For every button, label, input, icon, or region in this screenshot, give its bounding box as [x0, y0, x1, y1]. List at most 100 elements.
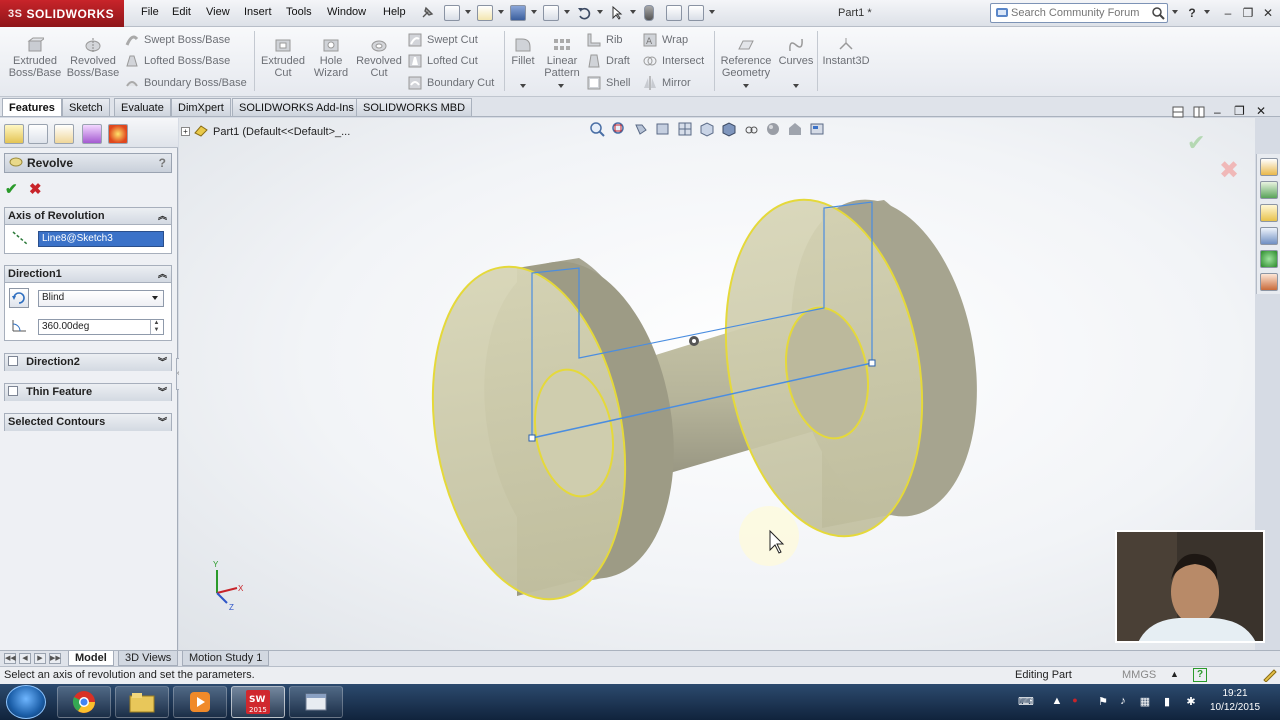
reverse-direction-icon[interactable] [9, 288, 29, 308]
sketch-point[interactable] [868, 359, 876, 367]
tab-mbd[interactable]: SOLIDWORKS MBD [356, 98, 473, 116]
end-condition-select[interactable]: Blind [38, 290, 164, 307]
menu-tools[interactable]: Tools [286, 6, 312, 18]
direction2-header[interactable]: Direction2 ︾ [5, 354, 171, 371]
thin-feature-header[interactable]: Thin Feature ︾ [5, 384, 171, 401]
help-icon[interactable]: ? [1184, 5, 1200, 21]
units-up-arrow-icon[interactable]: ▲ [1170, 669, 1179, 679]
instant3d-button[interactable]: Instant3D [820, 37, 872, 67]
curves-dropdown-icon[interactable] [793, 84, 799, 88]
collapse-chevron-icon[interactable]: ︽ [158, 266, 167, 283]
direction2-checkbox[interactable] [8, 356, 18, 366]
pin-icon[interactable] [419, 5, 435, 21]
cancel-x-button[interactable]: ✖ [29, 180, 42, 198]
pattern-dropdown-icon[interactable] [558, 84, 564, 88]
record-tray-icon[interactable]: ● [1068, 695, 1082, 709]
reference-dropdown-icon[interactable] [743, 84, 749, 88]
undo-icon[interactable] [576, 5, 592, 21]
expand-chevron-icon[interactable]: ︾ [158, 354, 167, 371]
design-library-icon[interactable] [1260, 181, 1278, 199]
solidworks-logo[interactable]: 3S SOLIDWORKS [0, 0, 124, 27]
direction1-header[interactable]: Direction1 ︽ [5, 266, 171, 283]
power-tray-icon[interactable]: ▮ [1160, 695, 1174, 709]
thin-feature-group[interactable]: Thin Feature ︾ [4, 383, 172, 401]
tile-vertical-icon[interactable] [1193, 106, 1205, 121]
save-icon[interactable] [510, 5, 526, 21]
shell-button[interactable]: Shell [587, 76, 630, 90]
property-manager-tab-icon[interactable] [28, 124, 48, 144]
start-button-icon[interactable] [6, 685, 46, 719]
tab-dimxpert[interactable]: DimXpert [171, 98, 231, 116]
axis-of-revolution-header[interactable]: Axis of Revolution ︽ [5, 208, 171, 225]
extruded-boss-button[interactable]: Extruded Boss/Base [8, 37, 62, 79]
ok-check-button[interactable]: ✔ [5, 180, 18, 198]
options-icon[interactable] [688, 5, 704, 21]
chrome-taskbar-icon[interactable] [57, 686, 111, 718]
doc-close-icon[interactable]: ✕ [1256, 104, 1266, 118]
revolved-boss-button[interactable]: Revolved Boss/Base [66, 37, 120, 79]
window-app-taskbar-icon[interactable] [289, 686, 343, 718]
last-tab-arrow-icon[interactable]: ▶▶ [49, 653, 61, 664]
help-dropdown-icon[interactable] [1204, 10, 1210, 14]
select-arrow-icon[interactable] [609, 5, 625, 21]
swept-cut-button[interactable]: Swept Cut [408, 33, 478, 47]
system-clock[interactable]: 19:21 10/12/2015 [1206, 687, 1264, 715]
fillet-button[interactable]: Fillet [508, 37, 538, 67]
display-manager-tab-icon[interactable] [108, 124, 128, 144]
search-box[interactable] [990, 3, 1168, 23]
spin-arrows-icon[interactable]: ▲ ▼ [150, 320, 162, 334]
print-dropdown-icon[interactable] [564, 10, 570, 14]
help-question-icon[interactable]: ? [159, 156, 166, 170]
quick-help-icon[interactable]: ? [1193, 668, 1207, 682]
view-palette-icon[interactable] [1260, 227, 1278, 245]
close-icon[interactable]: ✕ [1260, 5, 1276, 21]
wrap-button[interactable]: A Wrap [643, 33, 688, 47]
appearances-icon[interactable] [1260, 250, 1278, 268]
intersect-button[interactable]: Intersect [643, 54, 704, 68]
tab-3d-views[interactable]: 3D Views [118, 651, 179, 666]
sketch-point[interactable] [528, 434, 536, 442]
first-tab-arrow-icon[interactable]: ◀◀ [4, 653, 16, 664]
configuration-manager-tab-icon[interactable] [54, 124, 74, 144]
axis-selection-field[interactable]: Line8@Sketch3 [38, 231, 164, 247]
swept-boss-button[interactable]: Swept Boss/Base [125, 33, 230, 47]
units-selector[interactable]: MMGS [1122, 669, 1156, 681]
file-properties-icon[interactable] [666, 5, 682, 21]
next-tab-arrow-icon[interactable]: ▶ [34, 653, 46, 664]
custom-properties-icon[interactable] [1260, 273, 1278, 291]
menu-view[interactable]: View [206, 6, 230, 18]
selected-contours-header[interactable]: Selected Contours ︾ [5, 414, 171, 431]
mirror-button[interactable]: Mirror [643, 76, 691, 90]
undo-dropdown-icon[interactable] [597, 10, 603, 14]
selected-contours-group[interactable]: Selected Contours ︾ [4, 413, 172, 431]
network-tray-icon[interactable]: ▦ [1138, 695, 1152, 709]
rebuild-icon[interactable] [644, 5, 654, 21]
tile-horizontal-icon[interactable] [1172, 106, 1184, 121]
flag-tray-icon[interactable]: ⚑ [1096, 695, 1110, 709]
prev-tab-arrow-icon[interactable]: ◀ [19, 653, 31, 664]
tab-motion-study[interactable]: Motion Study 1 [182, 651, 270, 666]
revolved-cut-button[interactable]: Revolved Cut [355, 37, 403, 79]
boundary-cut-button[interactable]: Boundary Cut [408, 76, 494, 90]
menu-edit[interactable]: Edit [172, 6, 191, 18]
tab-addins[interactable]: SOLIDWORKS Add-Ins [232, 98, 361, 116]
bluetooth-tray-icon[interactable]: ✱ [1184, 695, 1198, 709]
menu-help[interactable]: Help [383, 6, 406, 18]
reference-geometry-button[interactable]: Reference Geometry [718, 37, 774, 79]
explorer-taskbar-icon[interactable] [115, 686, 169, 718]
minimize-icon[interactable]: – [1220, 5, 1236, 21]
hole-wizard-button[interactable]: Hole Wizard [310, 37, 352, 79]
menu-file[interactable]: File [141, 6, 159, 18]
tab-evaluate[interactable]: Evaluate [114, 98, 171, 116]
angle-input[interactable]: 360.00deg ▲ ▼ [38, 319, 164, 335]
expand-chevron-icon[interactable]: ︾ [158, 414, 167, 431]
tray-expand-icon[interactable]: ▲ [1050, 695, 1064, 709]
doc-minimize-icon[interactable]: – [1214, 106, 1221, 118]
new-document-icon[interactable] [444, 5, 460, 21]
restore-icon[interactable]: ❐ [1240, 5, 1256, 21]
open-dropdown-icon[interactable] [498, 10, 504, 14]
lofted-boss-button[interactable]: Lofted Boss/Base [125, 54, 230, 68]
open-folder-icon[interactable] [477, 5, 493, 21]
select-dropdown-icon[interactable] [630, 10, 636, 14]
search-icon[interactable] [1149, 4, 1167, 22]
